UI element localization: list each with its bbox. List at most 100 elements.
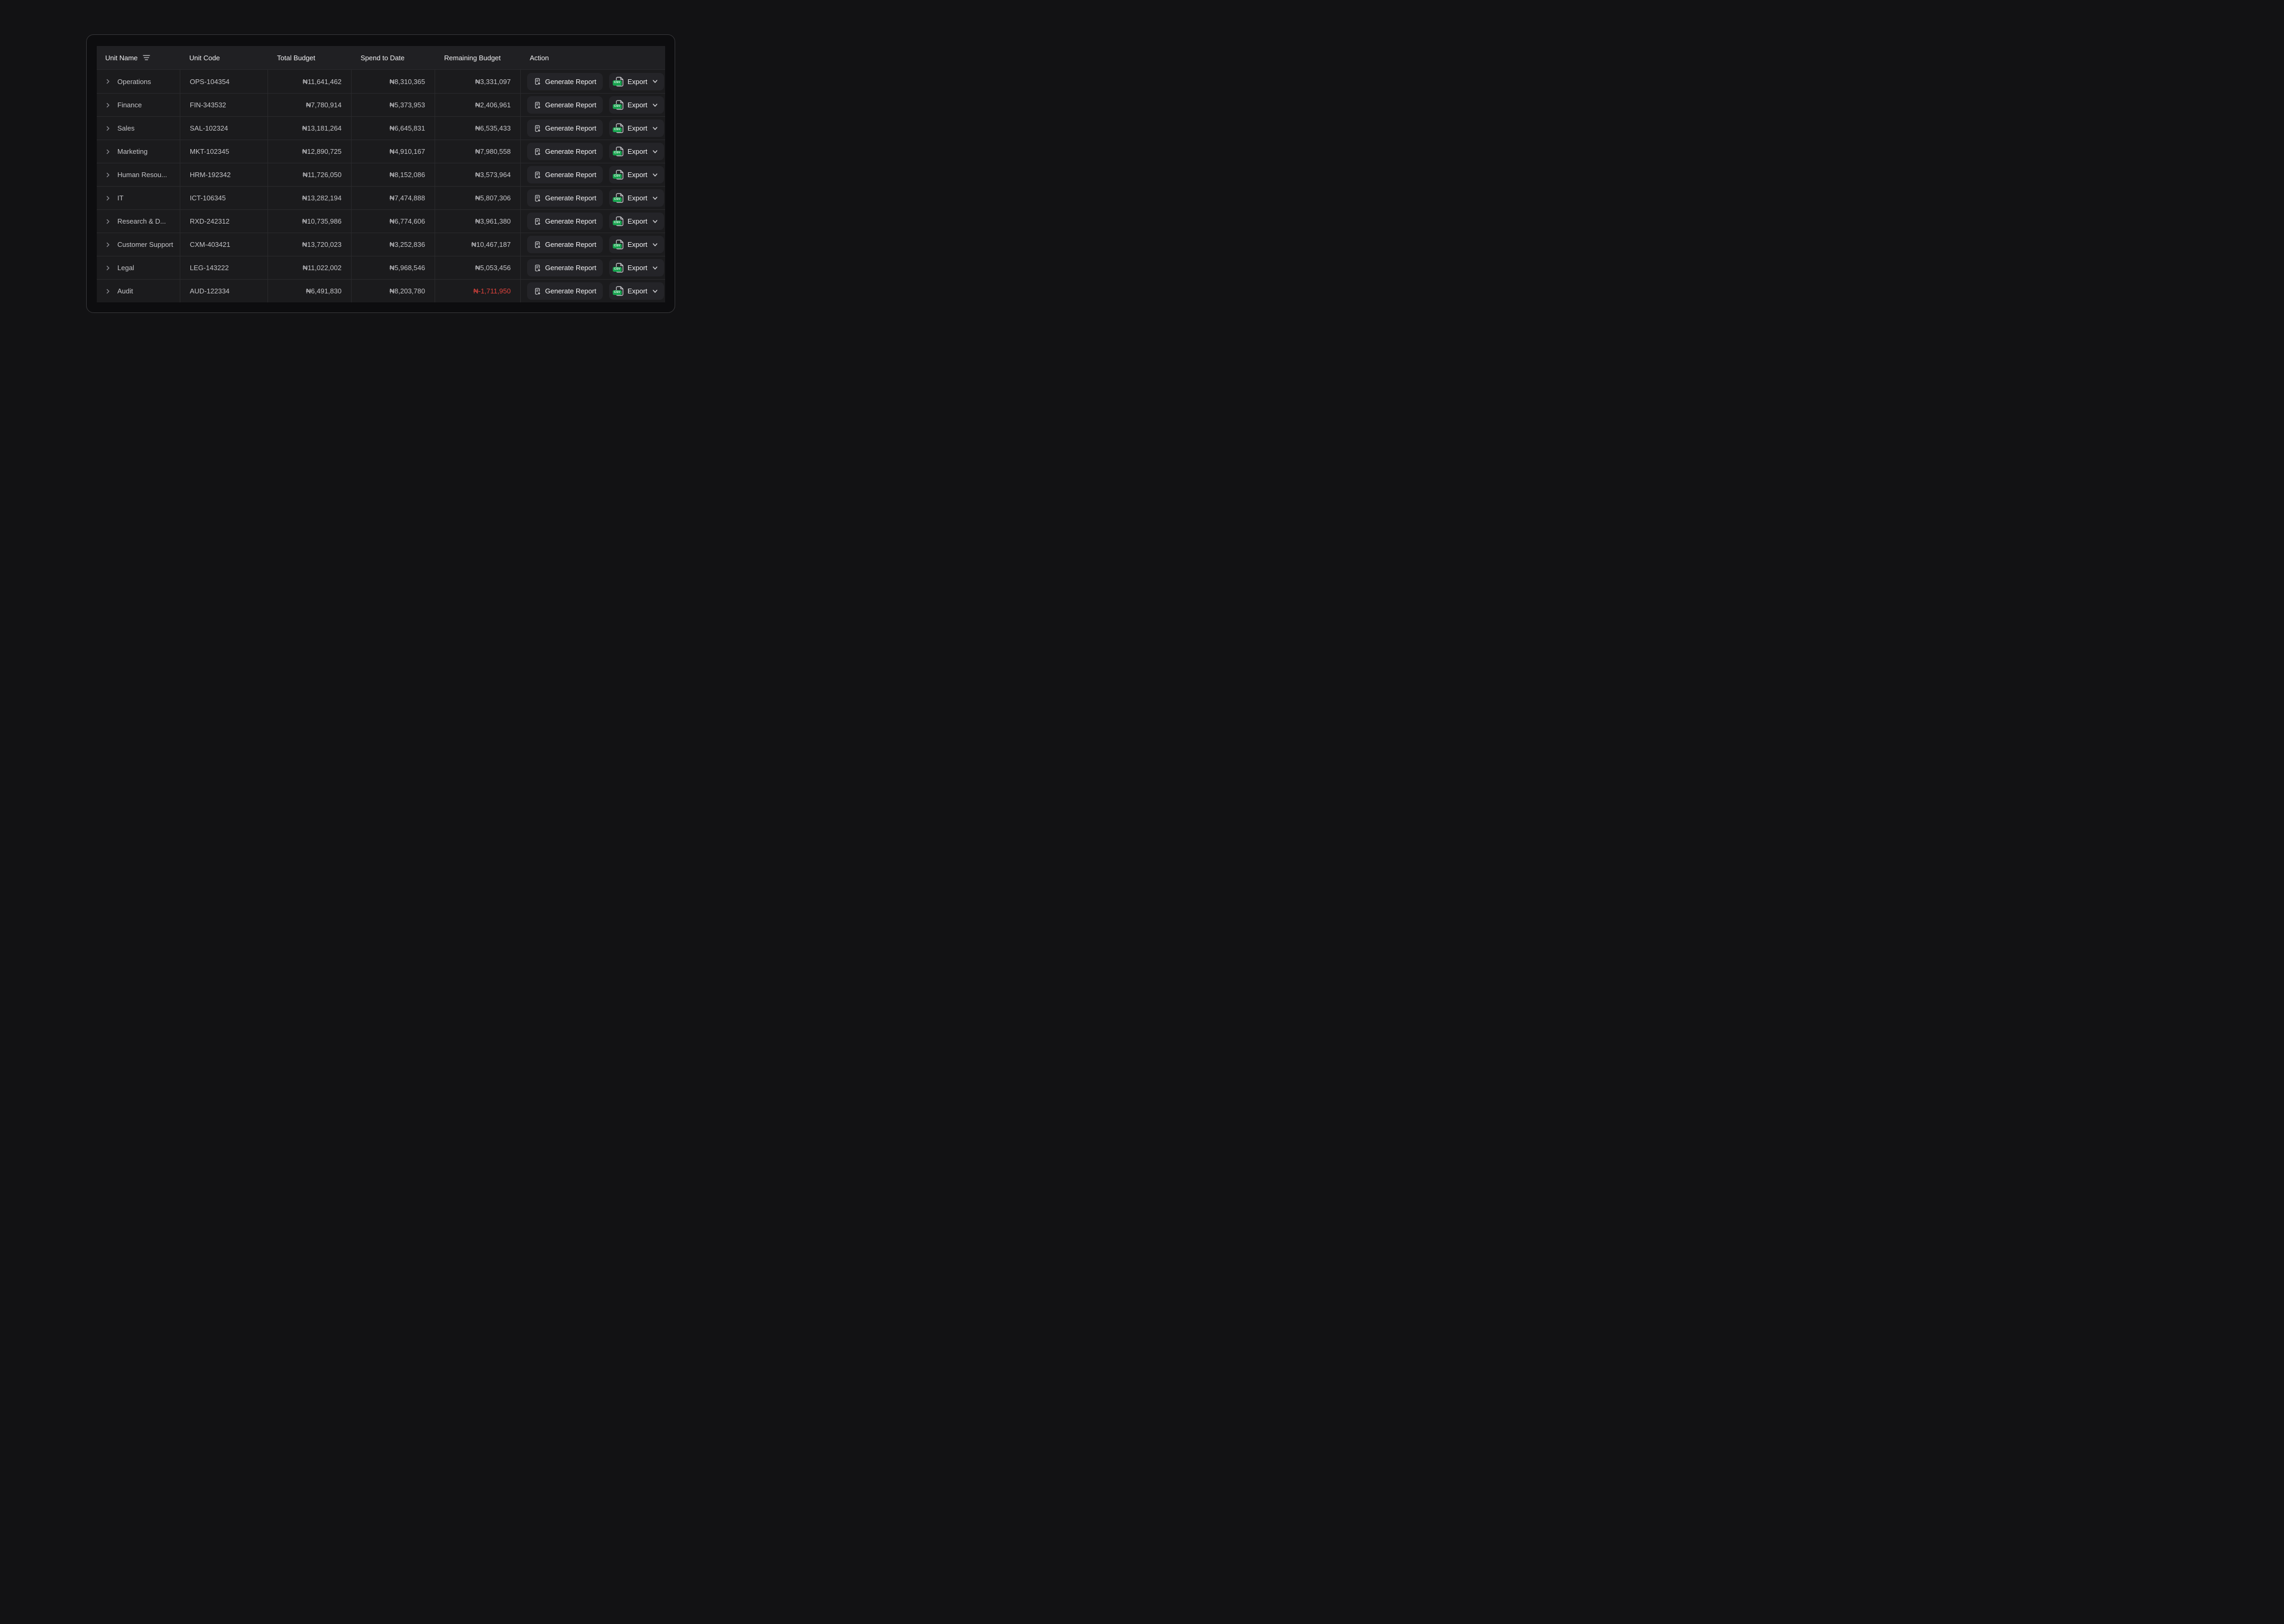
budget-table-card: Unit Name Unit Code Total Budget Spend t… xyxy=(86,34,675,313)
action-cell: Generate Report CSV Export xyxy=(520,117,665,140)
remaining-budget-cell: ₦5,807,306 xyxy=(435,187,520,209)
generate-report-button[interactable]: Generate Report xyxy=(527,143,603,160)
export-label: Export xyxy=(628,78,648,86)
unit-name: Legal xyxy=(117,264,134,272)
unit-code-cell: AUD-122334 xyxy=(180,280,268,302)
export-button[interactable]: CSV Export xyxy=(609,259,665,276)
generate-report-label: Generate Report xyxy=(545,264,596,272)
chevron-right-icon[interactable] xyxy=(105,265,110,271)
generate-report-label: Generate Report xyxy=(545,217,596,225)
total-budget-value: ₦13,282,194 xyxy=(302,194,342,202)
unit-code-cell: MKT-102345 xyxy=(180,140,268,163)
unit-name: Human Resou... xyxy=(117,171,167,179)
spend-to-date-value: ₦8,310,365 xyxy=(390,78,425,86)
export-button[interactable]: CSV Export xyxy=(609,119,665,137)
column-header-label: Total Budget xyxy=(277,54,315,62)
csv-file-icon: CSV xyxy=(615,216,624,226)
unit-code-cell: OPS-104354 xyxy=(180,70,268,93)
generate-report-button[interactable]: Generate Report xyxy=(527,73,603,90)
chevron-right-icon[interactable] xyxy=(105,289,110,294)
generate-report-button[interactable]: Generate Report xyxy=(527,259,603,276)
chevron-right-icon[interactable] xyxy=(105,196,110,201)
action-cell: Generate Report CSV Export xyxy=(520,233,665,256)
generate-report-button[interactable]: Generate Report xyxy=(527,189,603,207)
unit-name-cell: Marketing xyxy=(97,140,180,163)
total-budget-cell: ₦12,890,725 xyxy=(268,140,351,163)
chevron-right-icon[interactable] xyxy=(105,172,110,178)
column-header-spend-to-date: Spend to Date xyxy=(351,46,435,69)
generate-report-button[interactable]: Generate Report xyxy=(527,282,603,300)
chevron-right-icon[interactable] xyxy=(105,79,110,84)
unit-code: RXD-242312 xyxy=(190,217,229,225)
unit-code: LEG-143222 xyxy=(190,264,229,272)
chevron-right-icon[interactable] xyxy=(105,103,110,108)
table-row: Finance FIN-343532 ₦7,780,914 ₦5,373,953… xyxy=(97,93,665,116)
remaining-budget-cell: ₦3,331,097 xyxy=(435,70,520,93)
remaining-budget-cell: ₦6,535,433 xyxy=(435,117,520,140)
export-label: Export xyxy=(628,171,648,179)
generate-report-label: Generate Report xyxy=(545,194,596,202)
generate-report-button[interactable]: Generate Report xyxy=(527,96,603,114)
remaining-budget-cell: ₦-1,711,950 xyxy=(435,280,520,302)
unit-code: OPS-104354 xyxy=(190,78,229,86)
csv-badge: CSV xyxy=(613,151,622,156)
unit-code: MKT-102345 xyxy=(190,147,229,155)
generate-report-button[interactable]: Generate Report xyxy=(527,166,603,183)
chevron-down-icon xyxy=(652,219,658,224)
export-button[interactable]: CSV Export xyxy=(609,236,665,253)
report-icon xyxy=(533,171,541,179)
export-button[interactable]: CSV Export xyxy=(609,96,665,114)
csv-badge: CSV xyxy=(613,127,622,133)
export-button[interactable]: CSV Export xyxy=(609,143,665,160)
csv-file-icon: CSV xyxy=(615,286,624,296)
generate-report-button[interactable]: Generate Report xyxy=(527,213,603,230)
column-header-label: Unit Name xyxy=(105,54,137,62)
unit-name: Research & D... xyxy=(117,217,166,225)
filter-icon[interactable] xyxy=(143,54,150,61)
chevron-right-icon[interactable] xyxy=(105,149,110,154)
generate-report-button[interactable]: Generate Report xyxy=(527,236,603,253)
remaining-budget-cell: ₦10,467,187 xyxy=(435,233,520,256)
chevron-right-icon[interactable] xyxy=(105,219,110,224)
unit-name-cell: Operations xyxy=(97,70,180,93)
total-budget-value: ₦10,735,986 xyxy=(302,217,342,225)
table-header-row: Unit Name Unit Code Total Budget Spend t… xyxy=(97,46,665,70)
unit-name-cell: Legal xyxy=(97,256,180,279)
export-button[interactable]: CSV Export xyxy=(609,73,665,90)
remaining-budget-value: ₦5,807,306 xyxy=(475,194,511,202)
table-row: IT ICT-106345 ₦13,282,194 ₦7,474,888 ₦5,… xyxy=(97,186,665,209)
spend-to-date-value: ₦8,152,086 xyxy=(390,171,425,179)
remaining-budget-cell: ₦5,053,456 xyxy=(435,256,520,279)
export-button[interactable]: CSV Export xyxy=(609,213,665,230)
spend-to-date-value: ₦7,474,888 xyxy=(390,194,425,202)
action-cell: Generate Report CSV Export xyxy=(520,210,665,233)
chevron-down-icon xyxy=(652,126,658,131)
spend-to-date-cell: ₦6,774,606 xyxy=(351,210,435,233)
generate-report-label: Generate Report xyxy=(545,147,596,155)
chevron-right-icon[interactable] xyxy=(105,242,110,247)
column-header-total-budget: Total Budget xyxy=(268,46,351,69)
export-button[interactable]: CSV Export xyxy=(609,189,665,207)
unit-code-cell: HRM-192342 xyxy=(180,163,268,186)
unit-name: Finance xyxy=(117,101,142,109)
unit-code: HRM-192342 xyxy=(190,171,231,179)
generate-report-button[interactable]: Generate Report xyxy=(527,119,603,137)
chevron-right-icon[interactable] xyxy=(105,126,110,131)
csv-file-icon: CSV xyxy=(615,123,624,133)
unit-name-cell: Human Resou... xyxy=(97,163,180,186)
chevron-down-icon xyxy=(652,265,658,271)
column-header-unit-name: Unit Name xyxy=(97,46,180,69)
csv-file-icon: CSV xyxy=(615,170,624,180)
export-button[interactable]: CSV Export xyxy=(609,282,665,300)
total-budget-value: ₦11,022,002 xyxy=(303,264,342,272)
remaining-budget-value: ₦3,961,380 xyxy=(475,217,511,225)
csv-file-icon: CSV xyxy=(615,100,624,110)
unit-code-cell: ICT-106345 xyxy=(180,187,268,209)
table-body: Operations OPS-104354 ₦11,641,462 ₦8,310… xyxy=(97,70,665,302)
export-label: Export xyxy=(628,101,648,109)
spend-to-date-value: ₦5,968,546 xyxy=(390,264,425,272)
chevron-down-icon xyxy=(652,172,658,178)
export-button[interactable]: CSV Export xyxy=(609,166,665,183)
total-budget-cell: ₦10,735,986 xyxy=(268,210,351,233)
table-row: Research & D... RXD-242312 ₦10,735,986 ₦… xyxy=(97,209,665,233)
